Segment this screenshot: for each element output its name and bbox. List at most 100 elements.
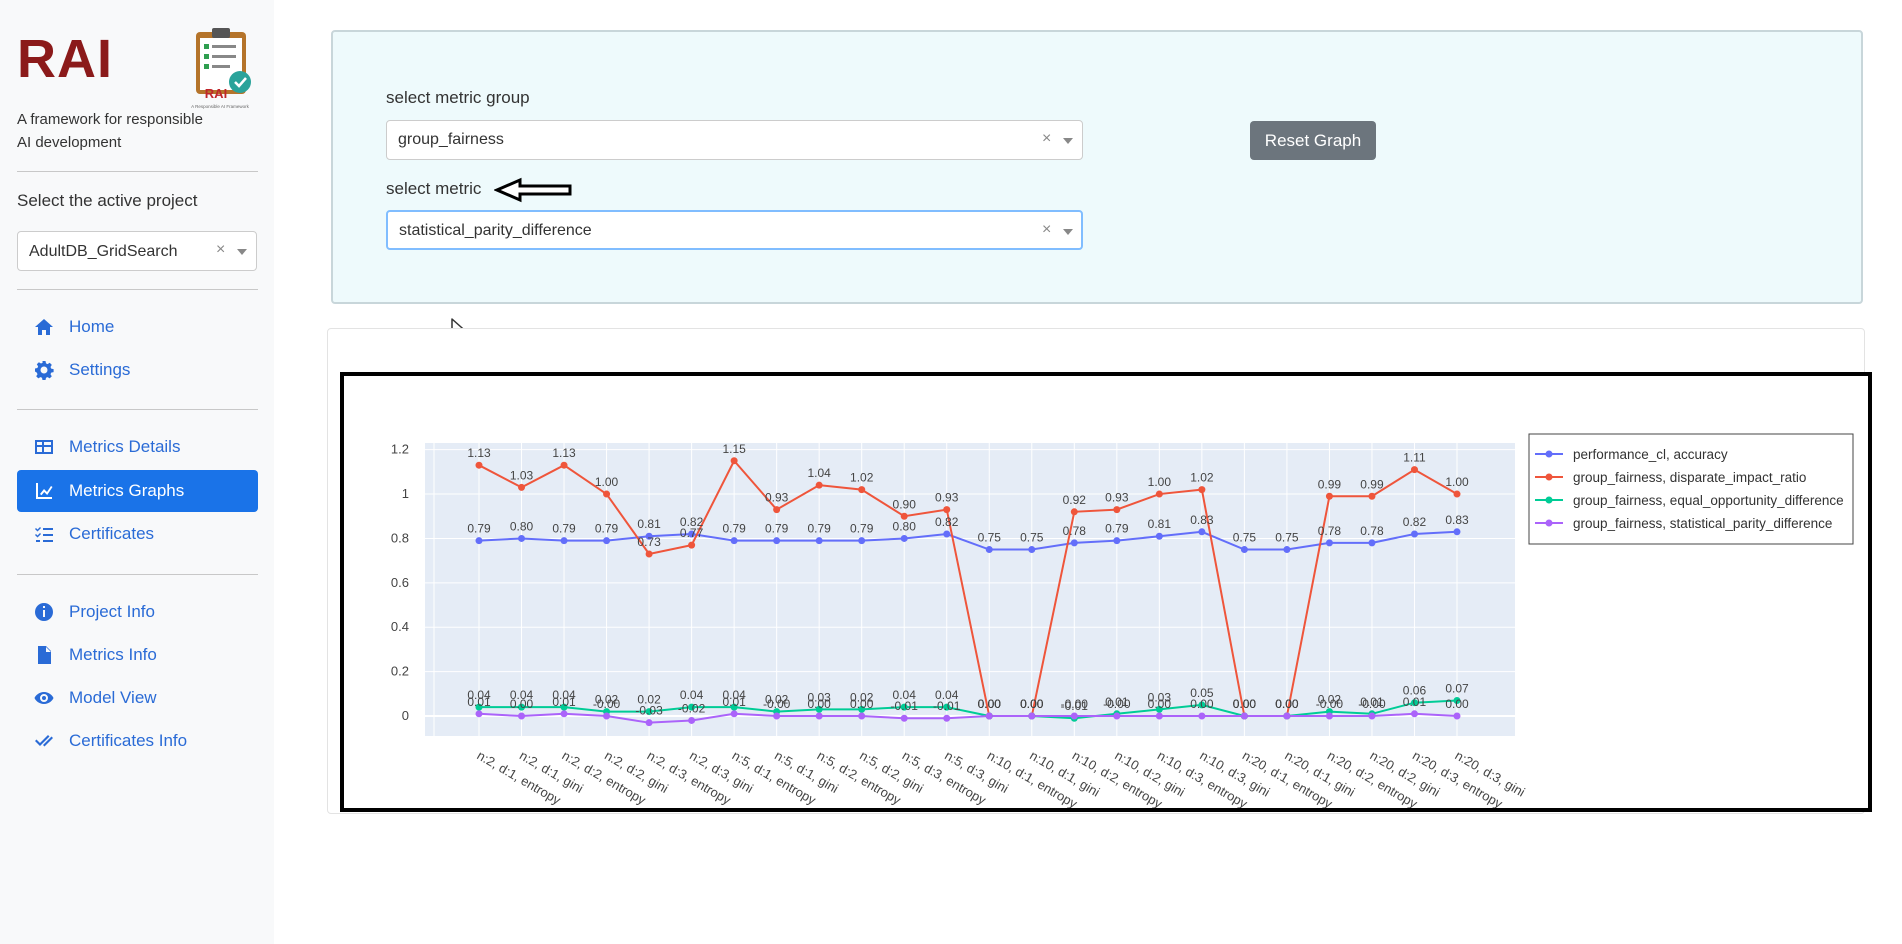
nav-metrics-details[interactable]: Metrics Details [17,426,258,468]
y-tick-label: 1.2 [391,442,409,457]
data-label: 1.13 [467,446,491,460]
data-point [1240,546,1248,554]
data-point [943,506,951,514]
data-label: 0.00 [510,697,534,711]
metric-label: select metric [386,179,482,198]
file-icon [33,644,55,666]
y-tick-label: 1 [402,486,409,501]
clear-icon[interactable]: × [216,241,225,259]
data-point [730,710,738,718]
metric-group-select[interactable]: group_fairness × [386,120,1083,160]
data-point [858,537,866,545]
sidebar: RAI RAI A Responsible AI Framework A fra… [0,0,274,944]
data-point [773,537,781,545]
data-label: 0.79 [1105,522,1129,536]
nav-metrics-graphs[interactable]: Metrics Graphs [17,470,258,512]
divider [17,289,258,290]
chevron-down-icon[interactable] [237,249,247,255]
data-point [688,716,696,724]
chevron-down-icon[interactable] [1063,229,1073,235]
plot-area [425,443,1515,736]
legend-marker [1545,450,1553,458]
y-tick-label: 0.6 [391,575,409,590]
nav-certificates-info[interactable]: Certificates Info [17,720,258,762]
data-label: 0.81 [637,517,661,531]
y-tick-label: 0 [402,708,409,723]
data-point [560,710,568,718]
data-label: 1.00 [1148,475,1172,489]
data-label: 0.83 [1445,513,1469,527]
data-label: 0.79 [467,522,491,536]
data-point [815,481,823,489]
project-select[interactable]: AdultDB_GridSearch × [17,231,257,271]
nav-project-info[interactable]: Project Info [17,591,258,633]
data-label: 0.00 [1233,697,1257,711]
data-point [1453,528,1461,536]
data-label: 1.02 [850,471,874,485]
nav-certificates[interactable]: Certificates [17,513,258,555]
reset-graph-button[interactable]: Reset Graph [1250,121,1376,160]
data-point [773,506,781,514]
data-point [985,712,993,720]
data-label: 0.79 [807,522,831,536]
data-point [1325,712,1333,720]
data-label: 0.78 [1318,524,1342,538]
logo-text: RAI [205,86,227,101]
data-label: 0.83 [1190,513,1214,527]
data-point [518,712,526,720]
metrics-line-chart[interactable]: 00.20.40.60.811.2n:2, d:1, entropyn:2, d… [344,376,1868,811]
data-point [518,483,526,491]
data-label: 0.07 [1445,681,1469,695]
nav-home[interactable]: Home [17,306,258,348]
data-label: 0.92 [1063,493,1087,507]
data-point [1113,537,1121,545]
data-point [1368,539,1376,547]
data-label: 0.90 [893,497,917,511]
data-point [1410,530,1418,538]
data-label: -0.00 [763,697,791,711]
nav-metrics-info[interactable]: Metrics Info [17,634,258,676]
data-point [985,546,993,554]
nav-settings[interactable]: Settings [17,349,258,391]
clipboard-logo-icon: RAI A Responsible AI Framework [191,28,251,109]
nav-certificates-label: Certificates [69,524,155,543]
clear-icon[interactable]: × [1042,221,1051,239]
data-point [858,486,866,494]
data-label: 0.75 [1275,531,1299,545]
chevron-down-icon[interactable] [1063,138,1073,144]
divider [17,409,258,410]
data-label: 0.00 [807,697,831,711]
data-point [475,710,483,718]
data-point [900,714,908,722]
data-point [645,550,653,558]
data-label: 0.79 [595,522,619,536]
data-point [1198,712,1206,720]
data-label: -0.00 [1358,697,1386,711]
data-label: 0.93 [1105,491,1129,505]
data-label: 0.93 [765,491,789,505]
nav-settings-label: Settings [69,360,131,379]
data-point [1410,466,1418,474]
metric-select[interactable]: statistical_parity_difference × [386,210,1083,250]
nav-project-info-label: Project Info [69,602,155,621]
clear-icon[interactable]: × [1042,130,1051,148]
legend-entry: group_fairness, disparate_impact_ratio [1573,470,1806,485]
data-point [688,541,696,549]
data-label: 0.00 [1148,697,1172,711]
data-point [560,461,568,469]
nav-model-view[interactable]: Model View [17,677,258,719]
data-label: 0.77 [680,526,704,540]
nav-metrics-details-label: Metrics Details [69,437,181,456]
double-check-icon [33,730,55,752]
data-point [730,457,738,465]
metric-group-value: group_fairness [398,131,504,148]
data-label: -0.00 [593,697,621,711]
data-point [1113,712,1121,720]
data-label: 1.00 [1445,475,1469,489]
legend-marker [1545,473,1553,481]
data-point [603,490,611,498]
data-label: -0.00 [1316,697,1344,711]
nav-metrics-graphs-label: Metrics Graphs [69,481,185,500]
data-label: 0.78 [1063,524,1087,538]
data-point [1453,490,1461,498]
